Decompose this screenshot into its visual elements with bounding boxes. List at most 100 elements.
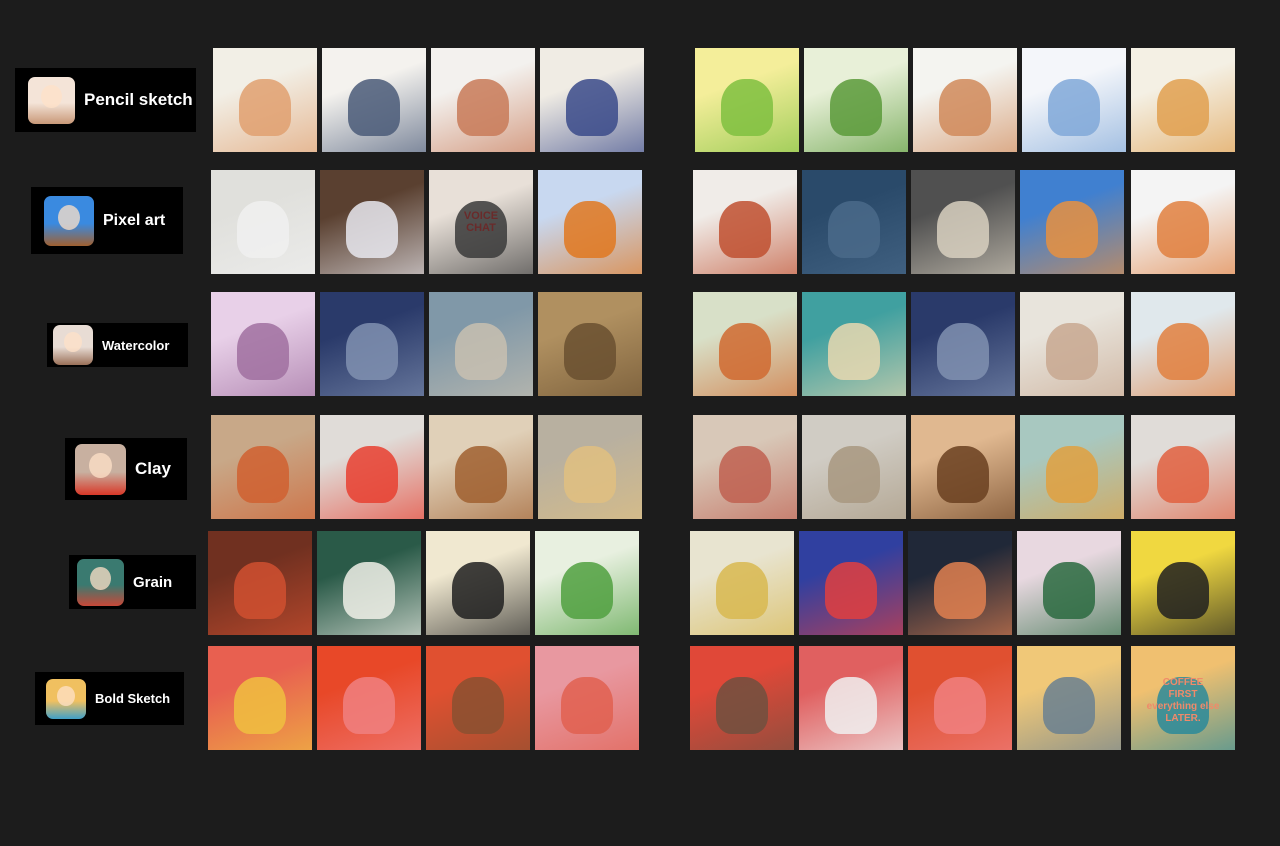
image-subject	[564, 323, 616, 381]
style-sample-image[interactable]	[802, 170, 906, 274]
style-avatar	[44, 195, 94, 246]
style-sample-image[interactable]	[908, 646, 1012, 750]
image-subject	[346, 201, 398, 259]
style-sample-image[interactable]	[911, 415, 1015, 519]
style-sample-image[interactable]	[693, 292, 797, 396]
style-sample-image[interactable]	[690, 646, 794, 750]
image-subject	[1043, 677, 1095, 735]
style-sample-image[interactable]	[538, 292, 642, 396]
image-subject	[457, 79, 509, 137]
style-sample-image[interactable]	[1131, 292, 1235, 396]
style-sample-image[interactable]	[1020, 170, 1124, 274]
style-sample-image[interactable]	[211, 170, 315, 274]
style-label-text: Bold Sketch	[95, 691, 171, 706]
style-sample-image[interactable]	[802, 292, 906, 396]
style-label-text: Pencil sketch	[84, 90, 193, 109]
image-subject	[934, 677, 986, 735]
style-label-grain[interactable]: Grain	[69, 555, 196, 609]
style-label-pixel-art[interactable]: Pixel art	[31, 187, 183, 254]
image-subject	[1046, 323, 1098, 381]
style-sample-image[interactable]	[426, 646, 530, 750]
image-subject	[561, 677, 613, 735]
style-sample-image[interactable]	[1022, 48, 1126, 152]
style-sample-image[interactable]	[911, 170, 1015, 274]
style-label-text: Pixel art	[103, 211, 166, 229]
style-sample-image[interactable]	[211, 292, 315, 396]
style-sample-image[interactable]	[695, 48, 799, 152]
image-subject	[346, 446, 398, 504]
coffee-mug-text: COFFEE FIRST everything else LATER.	[1146, 677, 1220, 725]
style-sample-image[interactable]	[1131, 48, 1235, 152]
style-label-text: Clay	[135, 459, 171, 478]
image-subject	[1157, 79, 1209, 137]
style-label-watercolor[interactable]: Watercolor	[47, 323, 188, 367]
image-subject	[234, 677, 286, 735]
style-sample-image[interactable]	[538, 170, 642, 274]
style-sample-image[interactable]	[320, 170, 424, 274]
style-sample-image[interactable]	[431, 48, 535, 152]
image-subject	[939, 79, 991, 137]
style-sample-image[interactable]	[799, 531, 903, 635]
style-label-text: Grain	[133, 573, 173, 591]
style-sample-image[interactable]	[1017, 531, 1121, 635]
style-sample-image[interactable]	[1131, 531, 1235, 635]
style-sample-image[interactable]	[429, 292, 533, 396]
style-avatar	[28, 76, 75, 124]
style-sample-image[interactable]	[1020, 415, 1124, 519]
style-sample-image[interactable]	[799, 646, 903, 750]
style-sample-image[interactable]	[1020, 292, 1124, 396]
image-subject	[937, 446, 989, 504]
style-sample-image[interactable]	[1131, 415, 1235, 519]
style-sample-image[interactable]: VOICE CHAT	[429, 170, 533, 274]
style-sample-image[interactable]	[320, 292, 424, 396]
style-sample-image[interactable]	[538, 415, 642, 519]
style-sample-image[interactable]	[317, 531, 421, 635]
style-sample-image[interactable]	[693, 170, 797, 274]
image-subject	[452, 677, 504, 735]
style-sample-image[interactable]	[804, 48, 908, 152]
style-label-text: Watercolor	[102, 337, 170, 353]
style-sample-image[interactable]	[693, 415, 797, 519]
style-label-pencil-sketch[interactable]: Pencil sketch	[15, 68, 196, 132]
image-subject	[346, 323, 398, 381]
image-subject	[934, 562, 986, 620]
style-sample-image[interactable]	[1131, 170, 1235, 274]
style-avatar	[75, 443, 126, 495]
style-sample-image[interactable]	[911, 292, 1015, 396]
style-sample-image[interactable]	[211, 415, 315, 519]
style-label-clay[interactable]: Clay	[65, 438, 187, 500]
style-sample-image[interactable]	[320, 415, 424, 519]
style-avatar	[46, 678, 86, 719]
image-subject	[1043, 562, 1095, 620]
image-subject	[239, 79, 291, 137]
style-sample-image[interactable]	[535, 646, 639, 750]
style-sample-image[interactable]	[540, 48, 644, 152]
image-subject	[830, 79, 882, 137]
style-sample-image[interactable]	[208, 531, 312, 635]
image-subject	[1046, 446, 1098, 504]
image-subject	[828, 446, 880, 504]
image-subject	[1157, 201, 1209, 259]
style-sample-image[interactable]	[426, 531, 530, 635]
image-subject	[1157, 562, 1209, 620]
voice-chat-sign-text: VOICE CHAT	[463, 209, 499, 234]
style-sample-image[interactable]	[1017, 646, 1121, 750]
style-sample-image[interactable]	[535, 531, 639, 635]
style-avatar	[77, 558, 124, 606]
image-subject	[716, 562, 768, 620]
style-sample-image[interactable]	[322, 48, 426, 152]
style-label-bold-sketch[interactable]: Bold Sketch	[35, 672, 184, 725]
style-sample-image[interactable]	[208, 646, 312, 750]
style-sample-image[interactable]	[913, 48, 1017, 152]
image-subject	[343, 562, 395, 620]
style-sample-image[interactable]	[213, 48, 317, 152]
image-subject	[716, 677, 768, 735]
image-subject	[937, 201, 989, 259]
style-sample-image[interactable]	[908, 531, 1012, 635]
style-sample-image[interactable]: COFFEE FIRST everything else LATER.	[1131, 646, 1235, 750]
style-sample-image[interactable]	[317, 646, 421, 750]
style-sample-image[interactable]	[690, 531, 794, 635]
style-sample-image[interactable]	[429, 415, 533, 519]
image-subject	[343, 677, 395, 735]
style-sample-image[interactable]	[802, 415, 906, 519]
